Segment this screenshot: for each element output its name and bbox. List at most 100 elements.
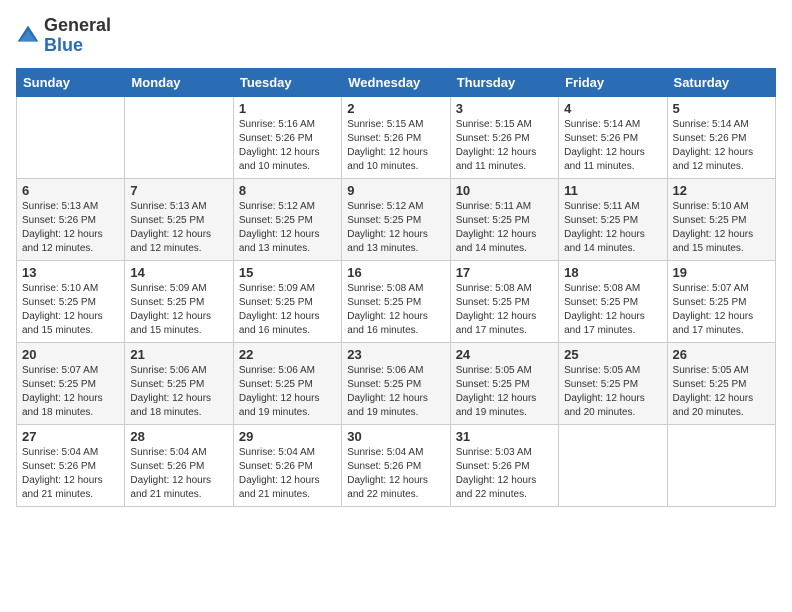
calendar-cell: 23 Sunrise: 5:06 AM Sunset: 5:25 PM Dayl… bbox=[342, 342, 450, 424]
logo-general-text: General bbox=[44, 15, 111, 35]
sunset-label: Sunset: 5:25 PM bbox=[456, 297, 530, 308]
sunrise-label: Sunrise: 5:15 AM bbox=[456, 119, 532, 130]
day-info: Sunrise: 5:08 AM Sunset: 5:25 PM Dayligh… bbox=[347, 282, 444, 338]
day-header-sunday: Sunday bbox=[17, 68, 125, 96]
sunrise-label: Sunrise: 5:04 AM bbox=[239, 447, 315, 458]
sunset-label: Sunset: 5:26 PM bbox=[347, 133, 421, 144]
day-number: 22 bbox=[239, 347, 336, 362]
calendar-week-row: 20 Sunrise: 5:07 AM Sunset: 5:25 PM Dayl… bbox=[17, 342, 776, 424]
day-number: 19 bbox=[673, 265, 770, 280]
calendar-cell: 28 Sunrise: 5:04 AM Sunset: 5:26 PM Dayl… bbox=[125, 424, 233, 506]
sunrise-label: Sunrise: 5:06 AM bbox=[239, 365, 315, 376]
calendar-cell: 1 Sunrise: 5:16 AM Sunset: 5:26 PM Dayli… bbox=[233, 96, 341, 178]
daylight-label: Daylight: 12 hoursand 15 minutes. bbox=[673, 229, 754, 254]
calendar-cell: 9 Sunrise: 5:12 AM Sunset: 5:25 PM Dayli… bbox=[342, 178, 450, 260]
sunset-label: Sunset: 5:26 PM bbox=[456, 461, 530, 472]
calendar-week-row: 27 Sunrise: 5:04 AM Sunset: 5:26 PM Dayl… bbox=[17, 424, 776, 506]
calendar-header-row: SundayMondayTuesdayWednesdayThursdayFrid… bbox=[17, 68, 776, 96]
day-info: Sunrise: 5:05 AM Sunset: 5:25 PM Dayligh… bbox=[673, 364, 770, 420]
sunrise-label: Sunrise: 5:10 AM bbox=[673, 201, 749, 212]
day-number: 26 bbox=[673, 347, 770, 362]
sunrise-label: Sunrise: 5:16 AM bbox=[239, 119, 315, 130]
day-info: Sunrise: 5:08 AM Sunset: 5:25 PM Dayligh… bbox=[456, 282, 553, 338]
sunset-label: Sunset: 5:26 PM bbox=[22, 215, 96, 226]
sunset-label: Sunset: 5:26 PM bbox=[673, 133, 747, 144]
day-number: 1 bbox=[239, 101, 336, 116]
sunset-label: Sunset: 5:26 PM bbox=[239, 461, 313, 472]
calendar-cell: 31 Sunrise: 5:03 AM Sunset: 5:26 PM Dayl… bbox=[450, 424, 558, 506]
sunrise-label: Sunrise: 5:12 AM bbox=[239, 201, 315, 212]
sunrise-label: Sunrise: 5:08 AM bbox=[347, 283, 423, 294]
daylight-label: Daylight: 12 hoursand 20 minutes. bbox=[564, 393, 645, 418]
calendar-cell bbox=[559, 424, 667, 506]
day-info: Sunrise: 5:13 AM Sunset: 5:26 PM Dayligh… bbox=[22, 200, 119, 256]
sunset-label: Sunset: 5:25 PM bbox=[239, 379, 313, 390]
daylight-label: Daylight: 12 hoursand 22 minutes. bbox=[456, 475, 537, 500]
daylight-label: Daylight: 12 hoursand 12 minutes. bbox=[673, 147, 754, 172]
calendar-cell: 3 Sunrise: 5:15 AM Sunset: 5:26 PM Dayli… bbox=[450, 96, 558, 178]
sunrise-label: Sunrise: 5:03 AM bbox=[456, 447, 532, 458]
sunset-label: Sunset: 5:25 PM bbox=[456, 215, 530, 226]
logo-blue-text: Blue bbox=[44, 35, 83, 55]
day-info: Sunrise: 5:09 AM Sunset: 5:25 PM Dayligh… bbox=[239, 282, 336, 338]
sunset-label: Sunset: 5:25 PM bbox=[347, 297, 421, 308]
calendar-cell: 20 Sunrise: 5:07 AM Sunset: 5:25 PM Dayl… bbox=[17, 342, 125, 424]
calendar-week-row: 1 Sunrise: 5:16 AM Sunset: 5:26 PM Dayli… bbox=[17, 96, 776, 178]
day-info: Sunrise: 5:09 AM Sunset: 5:25 PM Dayligh… bbox=[130, 282, 227, 338]
calendar-cell: 17 Sunrise: 5:08 AM Sunset: 5:25 PM Dayl… bbox=[450, 260, 558, 342]
daylight-label: Daylight: 12 hoursand 19 minutes. bbox=[456, 393, 537, 418]
calendar-cell: 12 Sunrise: 5:10 AM Sunset: 5:25 PM Dayl… bbox=[667, 178, 775, 260]
day-number: 20 bbox=[22, 347, 119, 362]
daylight-label: Daylight: 12 hoursand 17 minutes. bbox=[456, 311, 537, 336]
day-info: Sunrise: 5:04 AM Sunset: 5:26 PM Dayligh… bbox=[347, 446, 444, 502]
day-number: 16 bbox=[347, 265, 444, 280]
calendar-cell: 26 Sunrise: 5:05 AM Sunset: 5:25 PM Dayl… bbox=[667, 342, 775, 424]
calendar-cell: 15 Sunrise: 5:09 AM Sunset: 5:25 PM Dayl… bbox=[233, 260, 341, 342]
sunset-label: Sunset: 5:25 PM bbox=[564, 215, 638, 226]
day-number: 27 bbox=[22, 429, 119, 444]
sunrise-label: Sunrise: 5:08 AM bbox=[456, 283, 532, 294]
sunset-label: Sunset: 5:26 PM bbox=[564, 133, 638, 144]
day-info: Sunrise: 5:10 AM Sunset: 5:25 PM Dayligh… bbox=[22, 282, 119, 338]
daylight-label: Daylight: 12 hoursand 16 minutes. bbox=[347, 311, 428, 336]
daylight-label: Daylight: 12 hoursand 19 minutes. bbox=[239, 393, 320, 418]
sunrise-label: Sunrise: 5:11 AM bbox=[456, 201, 531, 212]
sunrise-label: Sunrise: 5:04 AM bbox=[130, 447, 206, 458]
day-info: Sunrise: 5:04 AM Sunset: 5:26 PM Dayligh… bbox=[239, 446, 336, 502]
day-info: Sunrise: 5:12 AM Sunset: 5:25 PM Dayligh… bbox=[239, 200, 336, 256]
daylight-label: Daylight: 12 hoursand 21 minutes. bbox=[22, 475, 103, 500]
day-info: Sunrise: 5:10 AM Sunset: 5:25 PM Dayligh… bbox=[673, 200, 770, 256]
daylight-label: Daylight: 12 hoursand 10 minutes. bbox=[347, 147, 428, 172]
sunrise-label: Sunrise: 5:06 AM bbox=[347, 365, 423, 376]
day-number: 8 bbox=[239, 183, 336, 198]
day-info: Sunrise: 5:06 AM Sunset: 5:25 PM Dayligh… bbox=[239, 364, 336, 420]
day-number: 9 bbox=[347, 183, 444, 198]
sunset-label: Sunset: 5:26 PM bbox=[347, 461, 421, 472]
sunset-label: Sunset: 5:25 PM bbox=[564, 297, 638, 308]
day-info: Sunrise: 5:07 AM Sunset: 5:25 PM Dayligh… bbox=[22, 364, 119, 420]
sunrise-label: Sunrise: 5:06 AM bbox=[130, 365, 206, 376]
sunset-label: Sunset: 5:25 PM bbox=[239, 297, 313, 308]
day-info: Sunrise: 5:13 AM Sunset: 5:25 PM Dayligh… bbox=[130, 200, 227, 256]
daylight-label: Daylight: 12 hoursand 18 minutes. bbox=[22, 393, 103, 418]
calendar-cell: 24 Sunrise: 5:05 AM Sunset: 5:25 PM Dayl… bbox=[450, 342, 558, 424]
day-number: 13 bbox=[22, 265, 119, 280]
day-info: Sunrise: 5:11 AM Sunset: 5:25 PM Dayligh… bbox=[456, 200, 553, 256]
daylight-label: Daylight: 12 hoursand 19 minutes. bbox=[347, 393, 428, 418]
sunset-label: Sunset: 5:25 PM bbox=[347, 215, 421, 226]
sunset-label: Sunset: 5:25 PM bbox=[673, 215, 747, 226]
daylight-label: Daylight: 12 hoursand 14 minutes. bbox=[456, 229, 537, 254]
sunrise-label: Sunrise: 5:08 AM bbox=[564, 283, 640, 294]
day-number: 30 bbox=[347, 429, 444, 444]
sunrise-label: Sunrise: 5:04 AM bbox=[22, 447, 98, 458]
calendar-cell: 21 Sunrise: 5:06 AM Sunset: 5:25 PM Dayl… bbox=[125, 342, 233, 424]
calendar-cell: 13 Sunrise: 5:10 AM Sunset: 5:25 PM Dayl… bbox=[17, 260, 125, 342]
calendar-cell: 10 Sunrise: 5:11 AM Sunset: 5:25 PM Dayl… bbox=[450, 178, 558, 260]
calendar-cell: 16 Sunrise: 5:08 AM Sunset: 5:25 PM Dayl… bbox=[342, 260, 450, 342]
calendar-cell: 25 Sunrise: 5:05 AM Sunset: 5:25 PM Dayl… bbox=[559, 342, 667, 424]
calendar-cell: 22 Sunrise: 5:06 AM Sunset: 5:25 PM Dayl… bbox=[233, 342, 341, 424]
day-header-thursday: Thursday bbox=[450, 68, 558, 96]
sunset-label: Sunset: 5:25 PM bbox=[22, 297, 96, 308]
sunset-label: Sunset: 5:26 PM bbox=[456, 133, 530, 144]
calendar-cell: 11 Sunrise: 5:11 AM Sunset: 5:25 PM Dayl… bbox=[559, 178, 667, 260]
